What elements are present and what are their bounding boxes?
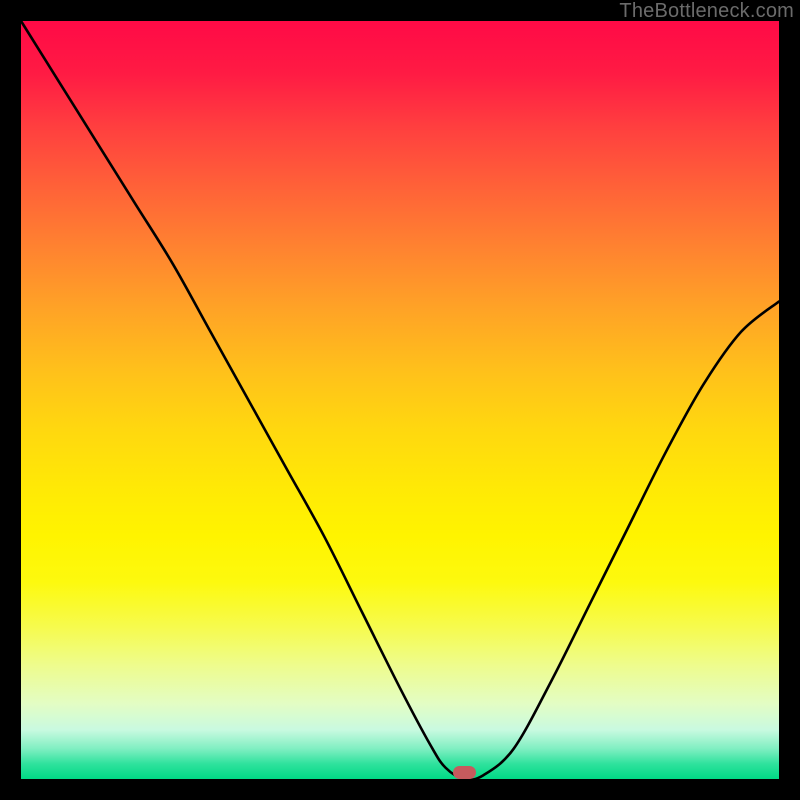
bottleneck-curve [21,21,779,779]
chart-plot-area [21,21,779,779]
curve-path [21,21,779,780]
optimal-point-marker [453,766,476,779]
watermark-text: TheBottleneck.com [619,0,794,23]
